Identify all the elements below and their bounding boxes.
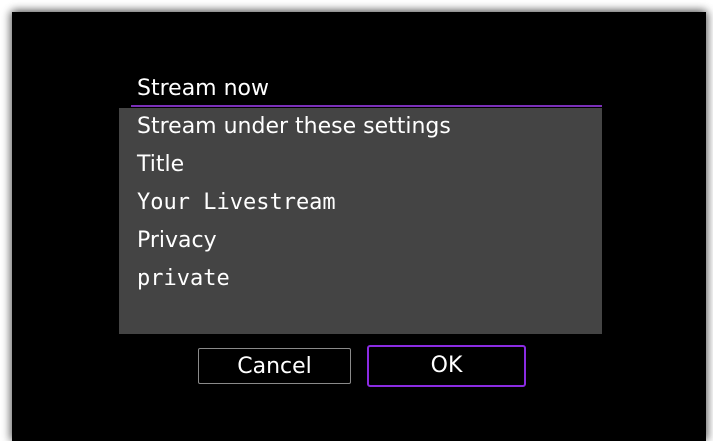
summary-heading: Stream under these settings <box>137 114 451 139</box>
ok-button[interactable]: OK <box>367 345 526 387</box>
privacy-value: private <box>137 266 230 291</box>
title-value: Your Livestream <box>137 190 336 215</box>
privacy-label: Privacy <box>137 228 217 253</box>
cancel-button[interactable]: Cancel <box>198 348 351 384</box>
title-divider <box>131 105 602 107</box>
camera-screen: Stream now Stream under these settings T… <box>12 12 706 441</box>
title-label: Title <box>137 152 185 177</box>
dialog-title: Stream now <box>137 76 269 101</box>
settings-summary-panel: Stream under these settings Title Your L… <box>119 108 602 334</box>
